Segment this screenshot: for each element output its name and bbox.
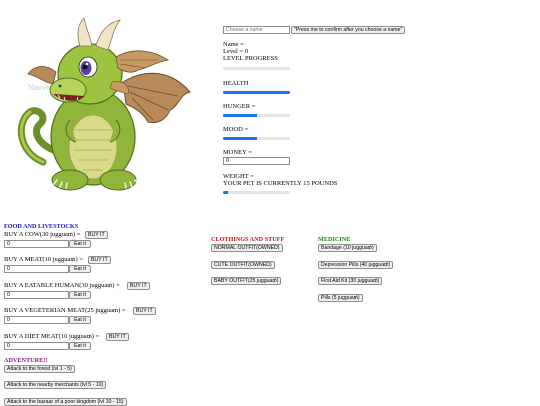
buy-meat-button[interactable]: BUY IT	[88, 256, 111, 264]
buy-cow-button[interactable]: BUY IT	[85, 231, 108, 239]
hunger-bar	[223, 114, 290, 117]
cute-outfit-button[interactable]: CUTE OUTFIT(OWNED)	[211, 261, 275, 269]
first-aid-kit-button[interactable]: First Aid Kit (30 juggua₥)	[318, 277, 383, 285]
diet-meat-quantity-field[interactable]	[4, 342, 69, 350]
buy-vegeterian-meat-button[interactable]: BUY IT	[133, 307, 156, 315]
pet-dragon-image: Nouveau	[17, 17, 191, 191]
eat-eatable-human-button[interactable]: Eat it	[69, 291, 91, 299]
clothing-section-title: CLOTHINGS AND STUFF	[211, 236, 285, 243]
eat-vegeterian-meat-button[interactable]: Eat it	[69, 316, 91, 324]
pet-name-label: Name =	[223, 41, 244, 48]
pet-name-input[interactable]	[223, 26, 290, 34]
buy-diet-meat-button[interactable]: BUY IT	[106, 333, 129, 341]
hunger-label: HUNGER =	[223, 103, 256, 110]
level-progress-label: LEVEL PROGRESS	[223, 55, 278, 62]
confirm-name-button[interactable]: "Press me to confirm after you choose a …	[291, 26, 406, 34]
level-progress-bar	[223, 67, 290, 70]
baby-outfit-button[interactable]: BABY OUTFIT(25 juggua₥)	[211, 277, 282, 285]
attack-merchants-button[interactable]: Attack to the nearby merchants (lvl 5 - …	[4, 381, 107, 389]
eat-diet-meat-button[interactable]: Eat it	[69, 342, 91, 350]
normal-outfit-button[interactable]: NORMAL OUTFIT(OWNED)	[211, 244, 283, 252]
health-label: HEALTH	[223, 80, 249, 87]
weight-text: YOUR PET IS CURRENTLY 15 POUNDS	[223, 180, 338, 187]
weight-progress-fill	[223, 191, 229, 194]
weight-progress-bar	[223, 191, 290, 194]
health-bar	[223, 91, 290, 94]
health-fill	[223, 91, 290, 94]
medicine-section-title: MEDICINE	[318, 236, 351, 243]
attack-forest-button[interactable]: Attack to the forest (lvl 1 - 5)	[4, 365, 75, 373]
mood-label: MOOD =	[223, 126, 249, 133]
mood-fill	[223, 137, 257, 140]
cow-quantity-field[interactable]	[4, 240, 69, 248]
food-item-label: BUY A EATABLE HUMAN(30 juggua₥) =	[4, 282, 120, 289]
weight-label: WEIGHT =	[223, 173, 254, 180]
mood-bar	[223, 137, 290, 140]
money-label: MONEY =	[223, 149, 252, 156]
eat-cow-button[interactable]: Eat it	[69, 240, 91, 248]
eat-meat-button[interactable]: Eat it	[69, 265, 91, 273]
adventure-section-title: ADVENTURE!!	[4, 357, 48, 364]
eatable-human-quantity-field[interactable]	[4, 291, 69, 299]
hunger-fill	[223, 114, 257, 117]
food-item-label: BUY A DIET MEAT(10 juggua₥) =	[4, 333, 100, 340]
pills-button[interactable]: Pills (5 juggua₥)	[318, 294, 363, 302]
meat-quantity-field[interactable]	[4, 265, 69, 273]
buy-eatable-human-button[interactable]: BUY IT	[127, 282, 150, 290]
food-item-label: BUY A COW(30 juggua₥) =	[4, 231, 81, 238]
vegeterian-meat-quantity-field[interactable]	[4, 316, 69, 324]
food-item-label: BUY A VEGETERIAN MEAT(25 juggua₥) =	[4, 307, 126, 314]
depression-pills-button[interactable]: Depression Pills (40 juggua₥)	[318, 261, 394, 269]
bandage-button[interactable]: Bandage (10 juggua₥)	[318, 244, 377, 252]
food-item-label: BUY A MEAT(10 juggua₥) =	[4, 256, 83, 263]
food-section-title: FOOD AND LIVESTOCKS	[4, 223, 79, 230]
money-field[interactable]	[223, 157, 290, 165]
pet-level-label: Level = 0	[223, 48, 248, 55]
